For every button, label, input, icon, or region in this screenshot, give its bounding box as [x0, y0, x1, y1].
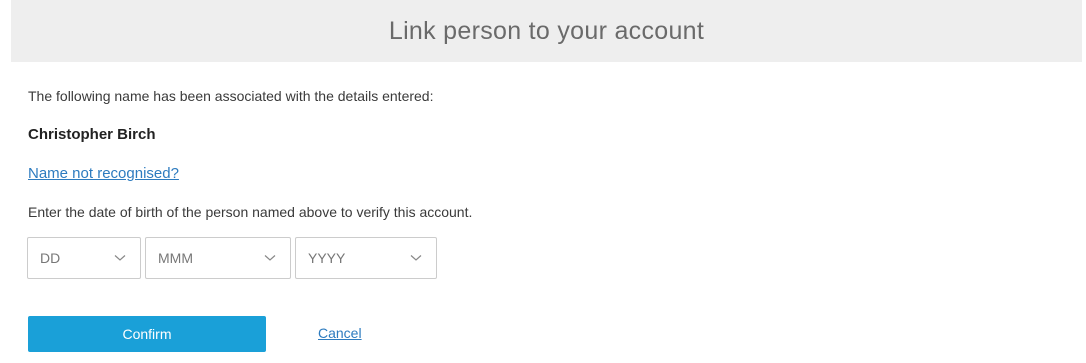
year-select-value: YYYY — [308, 250, 346, 266]
person-name: Christopher Birch — [28, 126, 156, 143]
chevron-down-icon — [410, 254, 422, 262]
day-select-value: DD — [40, 250, 61, 266]
year-select[interactable]: YYYY — [295, 237, 437, 279]
chevron-down-icon — [264, 254, 276, 262]
chevron-down-icon — [114, 254, 126, 262]
dialog-header: Link person to your account — [11, 0, 1082, 62]
dialog-title: Link person to your account — [388, 16, 705, 45]
month-select-value: MMM — [158, 250, 193, 266]
link-person-dialog: Link person to your account The followin… — [11, 0, 1082, 363]
name-not-recognised-link[interactable]: Name not recognised? — [28, 165, 179, 182]
confirm-button[interactable]: Confirm — [28, 316, 266, 352]
month-select[interactable]: MMM — [145, 237, 291, 279]
instruction-text: Enter the date of birth of the person na… — [28, 204, 473, 220]
intro-text: The following name has been associated w… — [28, 88, 434, 104]
date-of-birth-selects: DD MMM YYYY — [27, 237, 437, 279]
cancel-link[interactable]: Cancel — [318, 325, 362, 341]
day-select[interactable]: DD — [27, 237, 141, 279]
